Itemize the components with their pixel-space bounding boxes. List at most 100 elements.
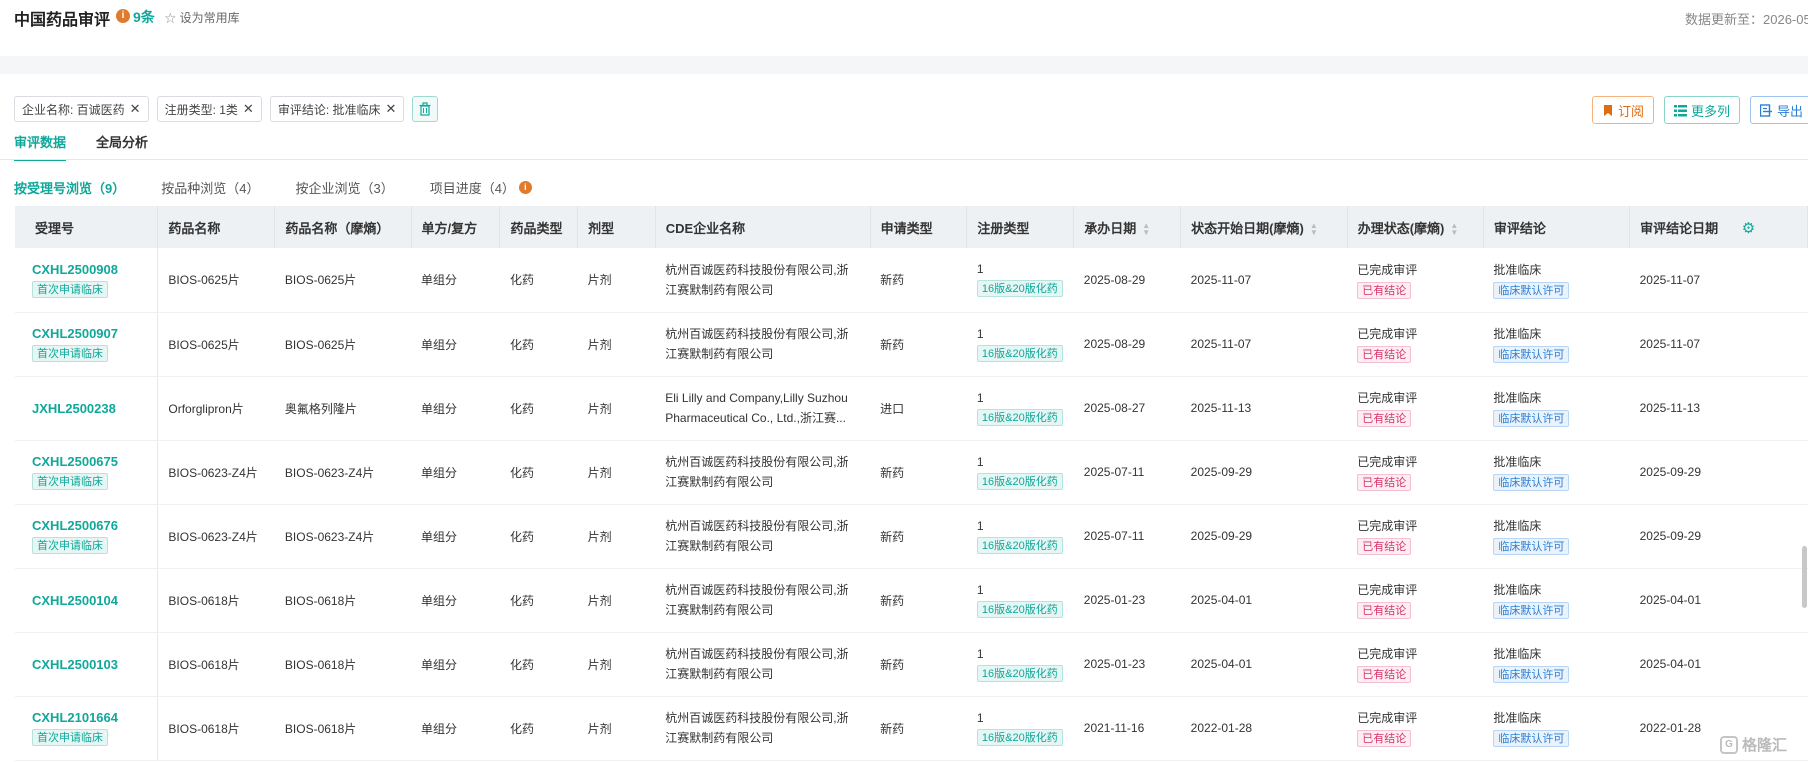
set-favorite-button[interactable]: ☆ 设为常用库: [164, 9, 240, 26]
table-row[interactable]: CXHL2500103 BIOS-0618片 BIOS-0618片 单组分 化药 片剂 杭州…: [15, 632, 1808, 697]
acceptance-no-link[interactable]: CXHL2101664: [32, 710, 147, 725]
info-icon[interactable]: i: [518, 181, 532, 194]
sort-icon[interactable]: ▲ ▼: [1450, 222, 1458, 237]
status-start-date: 2025-11-07: [1190, 272, 1252, 287]
col-header-status-start[interactable]: 状态开始日期(摩熵) ▲ ▼: [1180, 206, 1348, 248]
col-header-acceptance-no[interactable]: 受理号: [15, 206, 159, 248]
col-header-combo[interactable]: 单方/复方: [411, 206, 501, 248]
table-cell: 已完成审评 已有结论: [1347, 376, 1484, 441]
col-header-status[interactable]: 办理状态(摩熵) ▲ ▼: [1347, 206, 1484, 248]
col-header-reg-type[interactable]: 注册类型: [966, 206, 1075, 248]
table-cell: 片剂: [577, 376, 656, 441]
drug-name: BIOS-0625片: [168, 273, 240, 288]
table-cell: 单组分: [411, 376, 500, 441]
col-header-cde-company[interactable]: CDE企业名称: [655, 206, 871, 248]
col-header-conclusion[interactable]: 审评结论: [1483, 206, 1631, 248]
close-icon[interactable]: ✕: [130, 101, 141, 117]
acceptance-cell: CXHL2500103: [15, 632, 159, 697]
subtab-by-acceptance[interactable]: 按受理号浏览（9）: [14, 178, 125, 197]
acceptance-no-link[interactable]: CXHL2500907: [32, 326, 147, 341]
table-row[interactable]: CXHL2500104 BIOS-0618片 BIOS-0618片 单组分 化药 片剂 杭州…: [15, 568, 1808, 633]
more-columns-button[interactable]: 更多列: [1664, 96, 1741, 124]
cde-company: Eli Lilly and Company,Lilly Suzhou Pharm…: [665, 391, 848, 425]
table-row[interactable]: CXHL2101664 首次申请临床 BIOS-0618片 BIOS-0618片 单组分…: [15, 696, 1808, 761]
acceptance-no-link[interactable]: CXHL2500676: [32, 518, 147, 533]
table-cell: 2025-11-13: [1180, 376, 1348, 441]
col-header-conclusion-date[interactable]: 审评结论日期 ⚙: [1629, 206, 1808, 248]
clear-filters-button[interactable]: [412, 96, 439, 122]
filter-chip-conclusion[interactable]: 审评结论: 批准临床 ✕: [269, 96, 405, 122]
subscribe-label: 订阅: [1618, 103, 1645, 119]
info-icon[interactable]: i: [116, 9, 130, 23]
sort-icon[interactable]: ▲ ▼: [1310, 222, 1318, 237]
acceptance-no-link[interactable]: CXHL2500104: [32, 593, 147, 608]
table-cell: 2025-08-29: [1073, 312, 1181, 377]
table-cell: 新药: [870, 440, 967, 505]
table-cell: BIOS-0618片: [274, 568, 412, 633]
table-cell: 已完成审评 已有结论: [1347, 440, 1484, 505]
reg-tag: 16版&20版化药: [976, 728, 1063, 746]
acceptance-no-link[interactable]: CXHL2500675: [32, 454, 147, 469]
table-cell: 已完成审评 已有结论: [1347, 696, 1484, 761]
filter-chip-company[interactable]: 企业名称: 百诚医药 ✕: [14, 96, 149, 122]
table-cell: 2025-07-11: [1073, 440, 1181, 505]
acceptance-no-link[interactable]: JXHL2500238: [32, 401, 147, 416]
status: 已完成审评: [1357, 327, 1418, 341]
col-header-dosage-form[interactable]: 剂型: [577, 206, 656, 248]
subtab-project-progress[interactable]: 项目进度（4） i: [430, 178, 532, 197]
table-row[interactable]: CXHL2500908 首次申请临床 BIOS-0625片 BIOS-0625片 单组分…: [15, 248, 1808, 313]
close-icon[interactable]: ✕: [386, 101, 397, 117]
table-cell: 化药: [499, 312, 578, 377]
gear-icon[interactable]: ⚙: [1742, 220, 1755, 237]
tab-global-analysis[interactable]: 全局分析: [96, 132, 148, 161]
table-cell: 批准临床 临床默认许可: [1483, 504, 1630, 569]
col-header-drug-name[interactable]: 药品名称: [157, 206, 276, 248]
table-row[interactable]: CXHL2500907 首次申请临床 BIOS-0625片 BIOS-0625片 单组分…: [15, 312, 1808, 377]
app-type: 新药: [880, 273, 905, 288]
table-cell: 新药: [870, 248, 967, 313]
table-cell: BIOS-0625片: [274, 312, 412, 377]
table-cell: 1 16版&20版化药: [966, 440, 1074, 505]
conclusion: 批准临床: [1493, 583, 1542, 597]
col-header-drug-type[interactable]: 药品类型: [499, 206, 579, 248]
status-tag: 已有结论: [1357, 538, 1412, 555]
status-tag: 已有结论: [1357, 346, 1412, 363]
acceptance-cell: CXHL2500907 首次申请临床: [15, 312, 159, 377]
filter-chip-label: 注册类型: 1类: [164, 102, 238, 117]
sort-icon[interactable]: ▲ ▼: [1142, 222, 1150, 237]
table-cell: BIOS-0625片: [274, 248, 412, 313]
col-header-drug-name-moshang[interactable]: 药品名称（摩熵）: [274, 206, 412, 248]
company-cell: 杭州百诚医药科技股份有限公司,浙江赛默制药有限公司: [655, 504, 871, 569]
accept-date: 2025-07-11: [1083, 465, 1145, 479]
acceptance-no-link[interactable]: CXHL2500908: [32, 262, 147, 277]
acceptance-no-link[interactable]: CXHL2500103: [32, 657, 147, 672]
conclusion: 批准临床: [1493, 711, 1542, 725]
tab-review-data[interactable]: 审评数据: [14, 132, 67, 161]
filter-chip-reg-type[interactable]: 注册类型: 1类 ✕: [156, 96, 262, 122]
reg-type: 1: [976, 390, 984, 405]
cde-company: 杭州百诚医药科技股份有限公司,浙江赛默制药有限公司: [665, 455, 849, 489]
acceptance-cell: CXHL2101664 首次申请临床: [15, 696, 159, 761]
table-row[interactable]: CXHL2500675 首次申请临床 BIOS-0623-Z4片 BIOS-0623-…: [15, 440, 1808, 505]
table-row[interactable]: JXHL2500238 Orforglipron片 奥氟格列隆片 单组分 化药 片剂 Eli…: [15, 376, 1808, 441]
app-type: 新药: [880, 529, 905, 544]
subtab-by-company[interactable]: 按企业浏览（3）: [295, 178, 393, 197]
table-cell: 2025-11-07: [1629, 248, 1808, 313]
list-icon: [1674, 104, 1688, 116]
status: 已完成审评: [1357, 647, 1418, 661]
reg-type: 1: [976, 454, 984, 469]
dosage-form: 片剂: [587, 529, 612, 544]
col-header-accept-date[interactable]: 承办日期 ▲ ▼: [1073, 206, 1182, 248]
table-cell: 新药: [870, 568, 967, 633]
drug-name: BIOS-0618片: [168, 593, 240, 608]
subtab-by-variety[interactable]: 按品种浏览（4）: [161, 178, 259, 197]
col-header-app-type[interactable]: 申请类型: [870, 206, 968, 248]
scrollbar-thumb[interactable]: [1802, 546, 1807, 608]
subscribe-button[interactable]: 订阅: [1592, 96, 1655, 124]
export-button[interactable]: 导出: [1750, 96, 1808, 124]
close-icon[interactable]: ✕: [243, 101, 254, 117]
conclusion: 批准临床: [1493, 327, 1542, 341]
status-tag: 已有结论: [1357, 602, 1412, 619]
table-row[interactable]: CXHL2500676 首次申请临床 BIOS-0623-Z4片 BIOS-0623-…: [15, 504, 1808, 569]
drug-type: 化药: [509, 401, 534, 416]
